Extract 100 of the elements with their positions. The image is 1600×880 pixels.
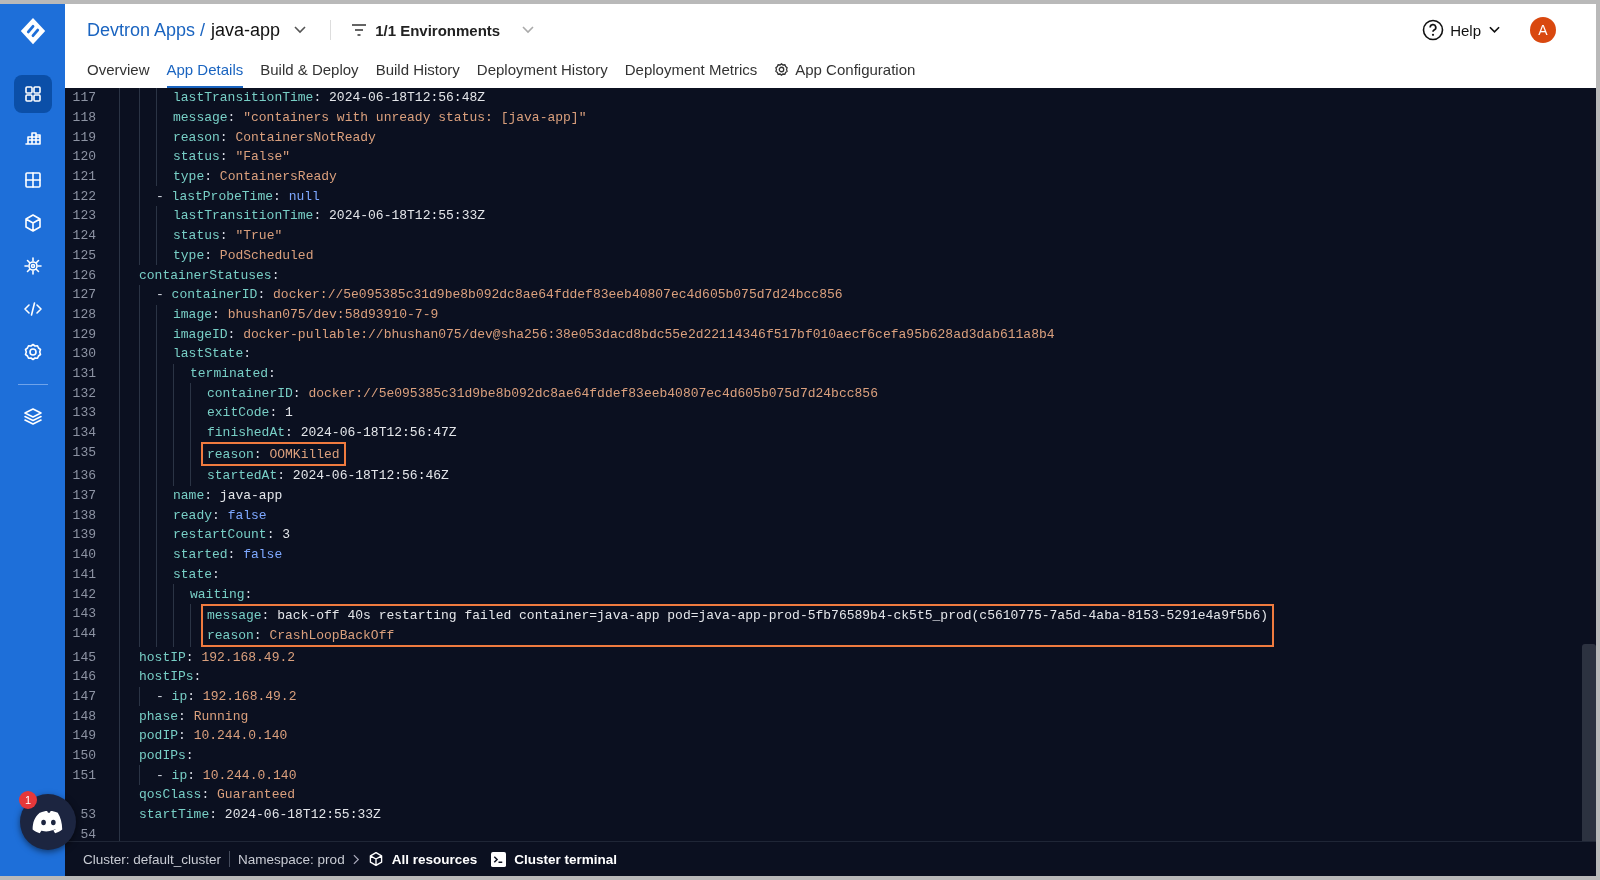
line-number: 143: [72, 606, 96, 622]
line-number: 127: [72, 287, 96, 303]
line-number: 136: [72, 468, 96, 484]
nav-tab[interactable]: Deployment History: [476, 56, 608, 88]
code-line: status: "True": [173, 228, 283, 244]
code-line: lastTransitionTime: 2024-06-18T12:56:48Z: [173, 90, 486, 106]
line-number: 128: [72, 306, 96, 322]
code-line: containerStatuses:: [139, 267, 281, 283]
filter-icon: [351, 24, 368, 36]
line-number: 119: [72, 129, 96, 145]
cube-icon: [367, 851, 384, 867]
code-line: - ip: 192.168.49.2: [156, 688, 297, 704]
help-menu[interactable]: Help: [1450, 21, 1481, 39]
nav-tab[interactable]: App Configuration: [774, 56, 916, 88]
line-number: 137: [72, 488, 96, 504]
nav-tab[interactable]: Build History: [375, 56, 460, 88]
chevron-down-icon[interactable]: [294, 26, 307, 34]
all-resources-link[interactable]: All resources: [391, 851, 478, 867]
code-line: reason: OOMKilled: [207, 446, 340, 462]
code-line: reason: ContainersNotReady: [173, 129, 376, 145]
line-number: 146: [72, 669, 96, 685]
code-line: restartCount: 3: [173, 527, 291, 543]
line-number: 53: [80, 807, 96, 823]
code-line: terminated:: [190, 365, 277, 381]
line-number: 132: [72, 385, 96, 401]
line-number: 129: [72, 326, 96, 342]
scrollbar-thumb[interactable]: [1582, 644, 1596, 841]
line-number: 121: [72, 169, 96, 185]
code-line: state:: [173, 566, 221, 582]
code-line: status: "False": [173, 149, 291, 165]
line-number: 139: [72, 527, 96, 543]
line-number: 118: [72, 110, 96, 126]
code-line: type: PodScheduled: [173, 247, 314, 263]
line-number: 123: [72, 208, 96, 224]
line-number: 151: [72, 767, 96, 783]
settings-icon: [774, 61, 790, 77]
user-avatar[interactable]: A: [1530, 17, 1556, 43]
app-name-dropdown[interactable]: java-app: [211, 19, 281, 41]
code-line: reason: CrashLoopBackOff: [207, 627, 395, 643]
code-line: message: back-off 40s restarting failed container=java-app pod=java-app-prod-5fb76589b4-ck5t5_prod(c5610775-7a5d-4aba-8153-5291e4a9f5b6): [207, 608, 1268, 624]
line-number: 150: [72, 748, 96, 764]
code-line: lastState:: [173, 346, 253, 362]
code-line: imageID: docker-pullable://bhushan075/dev@sha256:38e053dacd8bdc55e2d22114346f517bf010aecf6cefa95b628ad3dab611a8b4: [173, 326, 1055, 342]
sidebar-grid-icon[interactable]: [13, 75, 52, 113]
breadcrumb-link[interactable]: Devtron Apps /: [87, 19, 206, 41]
code-line: - containerID: docker://5e095385c31d9be8b092dc8ae64fddef83eeb40807ec4d605b075d7d24bcc856: [156, 287, 843, 303]
code-line: lastTransitionTime: 2024-06-18T12:55:33Z: [173, 208, 486, 224]
line-number: 135: [72, 444, 96, 460]
line-number: 140: [72, 547, 96, 563]
code-line: waiting:: [190, 586, 254, 602]
line-number: 144: [72, 625, 96, 641]
code-line: message: "containers with unready status: [java-app]": [173, 110, 587, 126]
code-line: name: java-app: [173, 488, 283, 504]
line-number: 122: [72, 188, 96, 204]
line-number: 130: [72, 346, 96, 362]
nav-tab[interactable]: Overview: [87, 56, 150, 88]
code-line: hostIP: 192.168.49.2: [139, 649, 296, 665]
cluster-label: Cluster: default_cluster: [83, 851, 222, 867]
line-number: 124: [72, 228, 96, 244]
namespace-label: Namespace: prod: [238, 851, 345, 867]
code-line: startTime: 2024-06-18T12:55:33Z: [139, 807, 381, 823]
code-line: image: bhushan075/dev:58d93910-7-9: [173, 306, 439, 322]
code-line: containerID: docker://5e095385c31d9be8b092dc8ae64fddef83eeb40807ec4d605b075d7d24bcc856: [207, 385, 878, 401]
line-number: 131: [72, 365, 96, 381]
code-line: podIPs:: [139, 748, 195, 764]
line-number: 145: [72, 649, 96, 665]
line-number: 125: [72, 247, 96, 263]
code-line: phase: Running: [139, 708, 249, 724]
cluster-terminal-link[interactable]: Cluster terminal: [514, 851, 617, 867]
terminal-icon: [491, 851, 507, 867]
line-number: 138: [72, 507, 96, 523]
code-line: podIP: 10.244.0.140: [139, 728, 288, 744]
code-line: - ip: 10.244.0.140: [156, 767, 297, 783]
nav-tab[interactable]: Build & Deploy: [260, 56, 359, 88]
code-line: hostIPs:: [139, 669, 203, 685]
chevron-down-icon[interactable]: [1489, 26, 1500, 34]
line-number: 141: [72, 566, 96, 582]
line-number: 142: [72, 586, 96, 602]
nav-tab[interactable]: Deployment Metrics: [624, 56, 758, 88]
code-line: ready: false: [173, 507, 267, 523]
code-line: qosClass: Guaranteed: [139, 787, 296, 803]
code-line: started: false: [173, 547, 283, 563]
line-number: 147: [72, 688, 96, 704]
help-icon[interactable]: [1422, 19, 1445, 41]
line-number: 148: [72, 708, 96, 724]
line-number: 149: [72, 728, 96, 744]
chat-bubble-icon: [32, 809, 64, 835]
line-number: 134: [72, 425, 96, 441]
code-line: type: ContainersReady: [173, 169, 337, 185]
line-number: 54: [80, 826, 96, 841]
environments-filter[interactable]: 1/1 Environments: [375, 21, 501, 39]
code-line: exitCode: 1: [207, 405, 293, 421]
line-number: 126: [72, 267, 96, 283]
line-number: 120: [72, 149, 96, 165]
code-line: finishedAt: 2024-06-18T12:56:47Z: [207, 425, 457, 441]
chevron-right-icon: [352, 853, 360, 865]
code-line: - lastProbeTime: null: [156, 188, 320, 204]
line-number: 117: [72, 90, 96, 106]
code-line: startedAt: 2024-06-18T12:56:46Z: [207, 468, 449, 484]
line-number: 133: [72, 405, 96, 421]
